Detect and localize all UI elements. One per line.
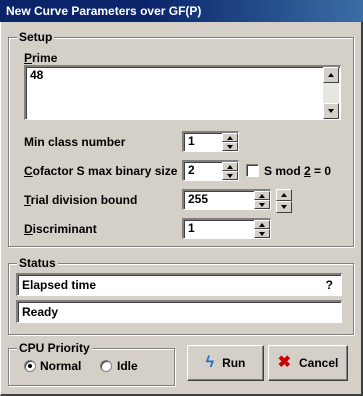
radio-normal-dot xyxy=(28,364,32,368)
status-group-title: Status xyxy=(17,256,58,270)
radio-idle[interactable] xyxy=(100,360,112,372)
discriminant-input[interactable]: 1 xyxy=(182,218,271,239)
cancel-button[interactable]: ✖ Cancel xyxy=(268,345,348,381)
trial-input[interactable]: 255 xyxy=(182,189,271,210)
smod-checkbox[interactable] xyxy=(246,164,259,177)
discriminant-label: Discriminant xyxy=(24,222,97,236)
min-class-input[interactable]: 1 xyxy=(182,131,239,152)
discriminant-up-button[interactable] xyxy=(254,220,270,229)
smod-label[interactable]: S mod 2 = 0 xyxy=(264,164,331,178)
min-class-down-button[interactable] xyxy=(222,142,238,151)
discriminant-stepper[interactable] xyxy=(254,220,270,238)
prime-textarea[interactable]: 48 xyxy=(24,65,341,120)
cofactor-label: Cofactor S max binary size xyxy=(24,164,178,178)
radio-normal-label[interactable]: Normal xyxy=(40,359,81,373)
trial-down-button[interactable] xyxy=(254,200,270,209)
trial-extra-down-button[interactable] xyxy=(276,201,292,213)
lightning-icon: ϟ xyxy=(205,354,215,371)
cpu-priority-title: CPU Priority xyxy=(17,341,92,355)
red-x-icon: ✖ xyxy=(277,354,292,371)
cofactor-input[interactable]: 2 xyxy=(182,160,239,181)
window-title: New Curve Parameters over GF(P) xyxy=(6,4,202,18)
elapsed-time-value: ? xyxy=(325,278,333,292)
prime-value: 48 xyxy=(30,68,44,82)
prime-label: Prime xyxy=(24,51,58,65)
cofactor-down-button[interactable] xyxy=(222,171,238,180)
setup-group-title: Setup xyxy=(17,30,55,44)
prime-scroll-track[interactable] xyxy=(323,83,339,103)
trial-extra-stepper[interactable] xyxy=(276,189,292,213)
radio-idle-label[interactable]: Idle xyxy=(117,359,138,373)
discriminant-down-button[interactable] xyxy=(254,229,270,238)
discriminant-value: 1 xyxy=(188,221,195,235)
trial-value: 255 xyxy=(188,192,209,206)
prime-scroll-up-button[interactable] xyxy=(323,67,339,83)
min-class-up-button[interactable] xyxy=(222,133,238,142)
status-state-text: Ready xyxy=(22,305,59,319)
trial-extra-up-button[interactable] xyxy=(276,189,292,201)
cofactor-value: 2 xyxy=(188,163,195,177)
cancel-button-label: Cancel xyxy=(299,356,339,370)
elapsed-time-field: Elapsed time ? xyxy=(16,273,342,296)
trial-up-button[interactable] xyxy=(254,191,270,200)
radio-normal[interactable] xyxy=(24,360,36,372)
prime-scroll-down-button[interactable] xyxy=(323,103,339,119)
cofactor-up-button[interactable] xyxy=(222,162,238,171)
cofactor-stepper[interactable] xyxy=(222,162,238,180)
title-bar[interactable]: New Curve Parameters over GF(P) xyxy=(0,0,363,22)
status-state-field: Ready xyxy=(16,300,342,323)
min-class-label: Min class number xyxy=(24,135,126,149)
run-button-label: Run xyxy=(222,356,246,370)
min-class-stepper[interactable] xyxy=(222,133,238,151)
run-button[interactable]: ϟ Run xyxy=(187,345,264,381)
trial-label: Trial division bound xyxy=(24,193,138,207)
elapsed-time-label: Elapsed time xyxy=(22,278,97,292)
trial-stepper[interactable] xyxy=(254,191,270,209)
min-class-value: 1 xyxy=(188,134,195,148)
